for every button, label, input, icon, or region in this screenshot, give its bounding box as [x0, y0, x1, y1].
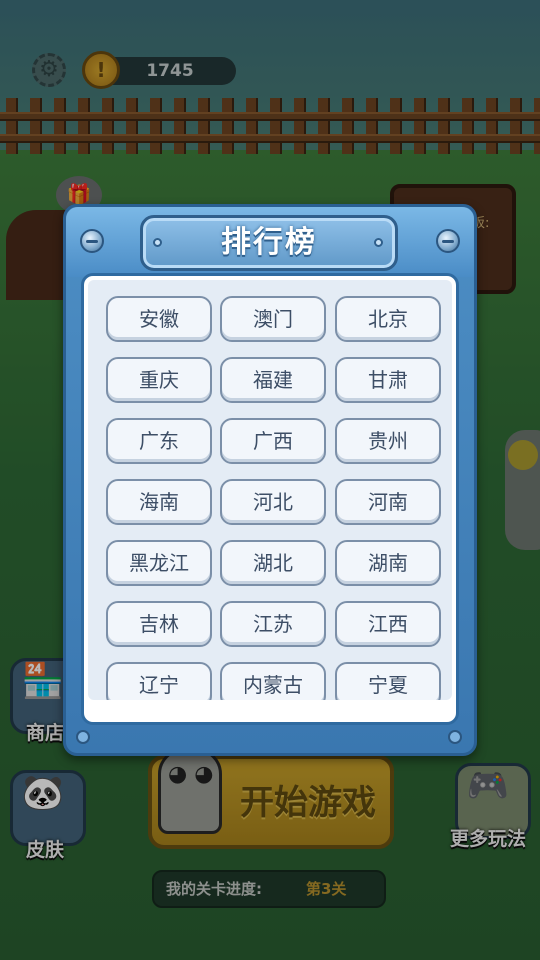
title-plate: 排行榜: [140, 215, 398, 271]
province-button[interactable]: 重庆: [106, 357, 212, 403]
province-button[interactable]: 江苏: [220, 601, 326, 647]
leaderboard-modal: 排行榜 安徽 澳门 北京 重庆 福建 甘肃 广东 广西 贵州 海南 河北 河南 …: [63, 204, 477, 756]
leaderboard-title: 排行榜: [221, 225, 317, 260]
province-button[interactable]: 黑龙江: [106, 540, 212, 586]
province-list-panel: 安徽 澳门 北京 重庆 福建 甘肃 广东 广西 贵州 海南 河北 河南 黑龙江 …: [81, 273, 459, 725]
province-button[interactable]: 江西: [335, 601, 441, 647]
province-button[interactable]: 内蒙古: [220, 662, 326, 700]
province-button[interactable]: 辽宁: [106, 662, 212, 700]
province-button[interactable]: 海南: [106, 479, 212, 525]
province-button[interactable]: 广东: [106, 418, 212, 464]
province-button[interactable]: 吉林: [106, 601, 212, 647]
province-button[interactable]: 广西: [220, 418, 326, 464]
rivet-icon: [448, 730, 462, 744]
province-button[interactable]: 甘肃: [335, 357, 441, 403]
province-button[interactable]: 福建: [220, 357, 326, 403]
province-button[interactable]: 湖北: [220, 540, 326, 586]
province-button[interactable]: 宁夏: [335, 662, 441, 700]
rivet-icon: [436, 229, 460, 253]
province-grid[interactable]: 安徽 澳门 北京 重庆 福建 甘肃 广东 广西 贵州 海南 河北 河南 黑龙江 …: [88, 280, 452, 700]
province-button[interactable]: 河南: [335, 479, 441, 525]
rivet-icon: [76, 730, 90, 744]
province-button[interactable]: 北京: [335, 296, 441, 342]
province-button[interactable]: 河北: [220, 479, 326, 525]
province-button[interactable]: 安徽: [106, 296, 212, 342]
rivet-icon: [80, 229, 104, 253]
province-button[interactable]: 湖南: [335, 540, 441, 586]
province-button[interactable]: 贵州: [335, 418, 441, 464]
province-button[interactable]: 澳门: [220, 296, 326, 342]
